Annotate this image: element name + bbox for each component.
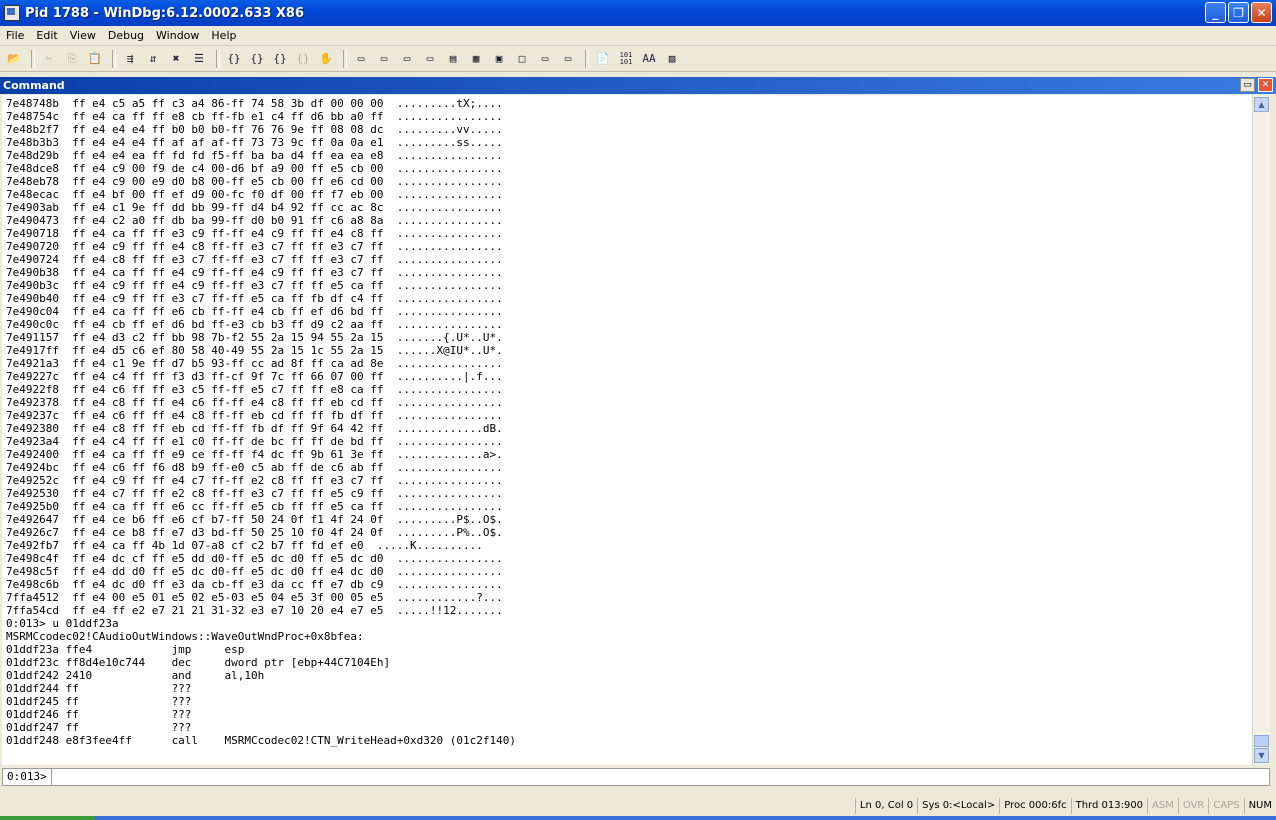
windbg-app-icon[interactable] [4, 5, 20, 21]
status-system: Sys 0:<Local> [917, 798, 999, 814]
close-icon[interactable]: ✕ [1258, 78, 1273, 92]
menu-help[interactable]: Help [205, 29, 242, 42]
options-icon[interactable]: ▨ [662, 49, 682, 69]
open-icon[interactable]: 📂 [4, 49, 24, 69]
source-file-icon[interactable]: 📄 [593, 49, 613, 69]
status-thread: Thrd 013:900 [1070, 798, 1147, 814]
command-window-title: Command [3, 79, 65, 92]
menu-edit[interactable]: Edit [30, 29, 63, 42]
status-asm: ASM [1147, 798, 1178, 814]
minimize-button[interactable]: _ [1205, 2, 1226, 23]
toolbar-separator [343, 49, 347, 68]
go-icon[interactable]: ⇶ [120, 49, 140, 69]
toolbar-separator [216, 49, 220, 68]
locals-icon[interactable]: ▭ [397, 49, 417, 69]
step-out-icon[interactable]: {} [270, 49, 290, 69]
restart-icon[interactable]: ⇵ [143, 49, 163, 69]
toolbar-separator [112, 49, 116, 68]
scrollbar-thumb[interactable] [1254, 735, 1269, 747]
close-button[interactable]: ✕ [1251, 2, 1272, 23]
step-into-icon[interactable]: {} [224, 49, 244, 69]
status-process: Proc 000:6fc [999, 798, 1070, 814]
scroll-down-icon[interactable]: ▼ [1254, 748, 1269, 763]
menu-file[interactable]: File [0, 29, 30, 42]
taskbar-strip [0, 816, 1276, 820]
watch-icon[interactable]: ▭ [374, 49, 394, 69]
font-icon[interactable]: AA [639, 49, 659, 69]
scroll-up-icon[interactable]: ▲ [1254, 97, 1269, 112]
command-output[interactable]: 7e48748b ff e4 c5 a5 ff c3 a4 86-ff 74 5… [2, 95, 1252, 765]
copy-icon[interactable]: ⎘ [62, 49, 82, 69]
window-controls: _ ❐ ✕ [1205, 2, 1272, 23]
hex-icon[interactable]: 101 101 [616, 49, 636, 69]
status-line-col: Ln 0, Col 0 [854, 798, 917, 814]
toolbar-separator [31, 49, 35, 68]
cut-icon[interactable]: ✂ [39, 49, 59, 69]
toolbar-separator [585, 49, 589, 68]
paste-icon[interactable]: 📋 [85, 49, 105, 69]
source-mode-icon[interactable]: ▭ [558, 49, 578, 69]
status-caps: CAPS [1208, 798, 1243, 814]
maximize-button[interactable]: ❐ [1228, 2, 1249, 23]
status-num: NUM [1243, 798, 1276, 814]
vertical-scrollbar[interactable]: ▲ ▼ [1252, 95, 1270, 765]
menu-window[interactable]: Window [150, 29, 205, 42]
registers-icon[interactable]: ▭ [420, 49, 440, 69]
call-stack-icon[interactable]: ▦ [466, 49, 486, 69]
command-window-controls: ▭ ✕ [1240, 78, 1273, 92]
stop-debugging-icon[interactable]: ✖ [166, 49, 186, 69]
status-bar: Ln 0, Col 0 Sys 0:<Local> Proc 000:6fc T… [0, 796, 1276, 816]
command-input[interactable] [51, 770, 1269, 784]
command-prompt: 0:013> [3, 769, 52, 785]
menu-view[interactable]: View [64, 29, 102, 42]
command-icon[interactable]: ▭ [351, 49, 371, 69]
command-output-text: 7e48748b ff e4 c5 a5 ff c3 a4 86-ff 74 5… [6, 97, 516, 747]
breakpoint-icon[interactable]: ✋ [316, 49, 336, 69]
processes-icon[interactable]: ▭ [535, 49, 555, 69]
toolbar: 📂 ✂ ⎘ 📋 ⇶ ⇵ ✖ ☰ {} {} {} {} ✋ ▭ ▭ ▭ ▭ ▤ … [0, 46, 1276, 72]
dock-icon[interactable]: ▭ [1240, 78, 1255, 92]
menu-bar: File Edit View Debug Window Help [0, 26, 1276, 46]
command-input-bar: 0:013> [2, 768, 1270, 786]
command-window-header: Command ▭ ✕ [0, 77, 1276, 94]
run-to-cursor-icon[interactable]: {} [293, 49, 313, 69]
menu-debug[interactable]: Debug [102, 29, 150, 42]
status-ovr: OVR [1177, 798, 1208, 814]
window-title: Pid 1788 - WinDbg:6.12.0002.633 X86 [25, 5, 305, 21]
break-icon[interactable]: ☰ [189, 49, 209, 69]
memory-icon[interactable]: ▤ [443, 49, 463, 69]
step-over-icon[interactable]: {} [247, 49, 267, 69]
disassembly-icon[interactable]: ▣ [489, 49, 509, 69]
scratch-pad-icon[interactable]: □ [512, 49, 532, 69]
title-bar: Pid 1788 - WinDbg:6.12.0002.633 X86 _ ❐ … [0, 0, 1276, 26]
